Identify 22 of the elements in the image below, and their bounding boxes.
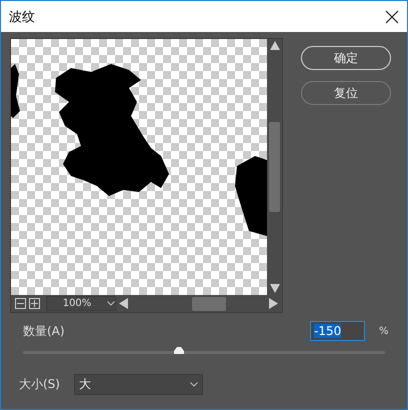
- caret-icon: [107, 301, 115, 306]
- size-label: 大小(S): [19, 376, 60, 393]
- right-arrow-icon[interactable]: [269, 298, 278, 309]
- window-title: 波纹: [9, 8, 35, 26]
- close-button[interactable]: [385, 10, 399, 24]
- slider-thumb[interactable]: [174, 347, 184, 354]
- zoom-dropdown[interactable]: 100%: [46, 296, 116, 311]
- chevron-icon: [190, 382, 198, 387]
- amount-input[interactable]: -150: [310, 321, 365, 341]
- left-arrow-icon[interactable]: [119, 298, 128, 309]
- zoom-in-button[interactable]: [29, 298, 40, 309]
- minus-icon: [17, 303, 24, 304]
- horizontal-scrollbar[interactable]: [119, 296, 278, 311]
- vertical-scrollbar[interactable]: [267, 39, 282, 295]
- ok-button[interactable]: 确定: [301, 46, 391, 70]
- size-dropdown[interactable]: 大: [74, 374, 203, 395]
- zoom-out-button[interactable]: [15, 298, 26, 309]
- reset-button[interactable]: 复位: [301, 81, 391, 105]
- down-arrow-icon[interactable]: [270, 284, 280, 293]
- plus-icon: [31, 300, 38, 307]
- up-arrow-icon[interactable]: [270, 41, 280, 50]
- amount-label: 数量(A): [23, 322, 66, 340]
